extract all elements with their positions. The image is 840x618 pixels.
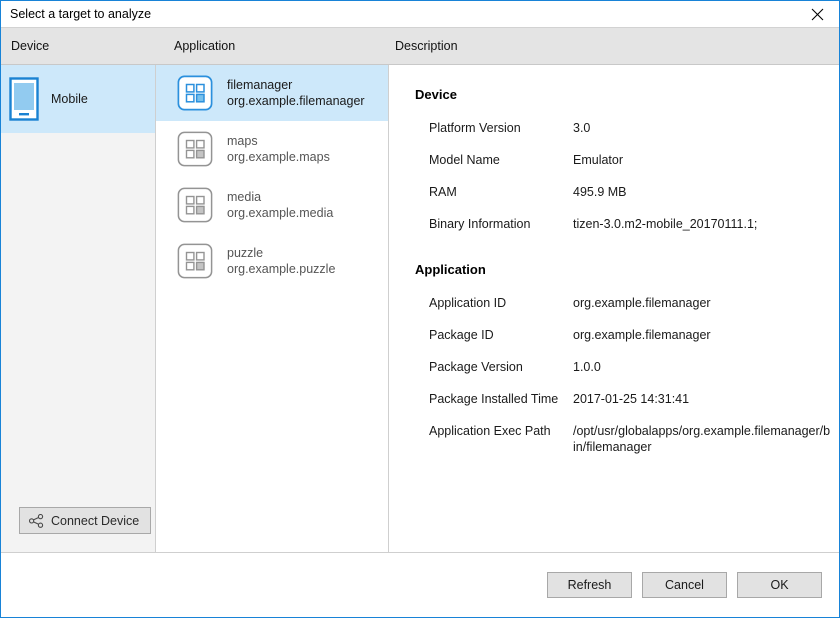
- detail-row: RAM 495.9 MB: [415, 184, 833, 200]
- detail-row: Package Version 1.0.0: [415, 359, 833, 375]
- device-list: Mobile: [1, 65, 155, 133]
- detail-row: Package ID org.example.filemanager: [415, 327, 833, 343]
- application-section-title: Application: [415, 262, 833, 277]
- app-text-group: puzzle org.example.puzzle: [227, 245, 335, 277]
- app-id: org.example.maps: [227, 149, 330, 165]
- app-id: org.example.media: [227, 205, 333, 221]
- dialog-body: Mobile Connect Device: [1, 65, 839, 553]
- detail-value: Emulator: [573, 152, 623, 168]
- app-list-item-filemanager[interactable]: filemanager org.example.filemanager: [156, 65, 388, 121]
- detail-key: Package Version: [415, 359, 573, 375]
- detail-value: 2017-01-25 14:31:41: [573, 391, 689, 407]
- app-text-group: filemanager org.example.filemanager: [227, 77, 365, 109]
- detail-key: Application ID: [415, 295, 573, 311]
- device-list-item-mobile[interactable]: Mobile: [1, 65, 155, 133]
- detail-value: tizen-3.0.m2-mobile_20170111.1;: [573, 216, 757, 232]
- ok-button[interactable]: OK: [737, 572, 822, 598]
- detail-value: org.example.filemanager: [573, 327, 711, 343]
- title-bar: Select a target to analyze: [1, 1, 839, 27]
- detail-key: Platform Version: [415, 120, 573, 136]
- detail-key: Application Exec Path: [415, 423, 573, 439]
- detail-row: Application Exec Path /opt/usr/globalapp…: [415, 423, 833, 455]
- detail-key: Binary Information: [415, 216, 573, 232]
- detail-key: Package ID: [415, 327, 573, 343]
- app-name: media: [227, 189, 333, 205]
- detail-value: /opt/usr/globalapps/org.example.filemana…: [573, 423, 831, 455]
- app-name: maps: [227, 133, 330, 149]
- app-grid-icon: [177, 243, 213, 279]
- column-header-application: Application: [174, 39, 235, 53]
- application-pane: filemanager org.example.filemanager maps: [156, 65, 389, 553]
- device-pane: Mobile Connect Device: [1, 65, 156, 553]
- column-header-description: Description: [395, 39, 458, 53]
- detail-key: Package Installed Time: [415, 391, 573, 407]
- mobile-device-icon: [9, 77, 39, 121]
- connect-device-button[interactable]: Connect Device: [19, 507, 151, 534]
- description-pane: Device Platform Version 3.0 Model Name E…: [389, 65, 839, 553]
- detail-value: org.example.filemanager: [573, 295, 711, 311]
- app-text-group: maps org.example.maps: [227, 133, 330, 165]
- connect-device-label: Connect Device: [51, 514, 139, 528]
- app-list-item-maps[interactable]: maps org.example.maps: [156, 121, 388, 177]
- detail-row: Platform Version 3.0: [415, 120, 833, 136]
- detail-row: Model Name Emulator: [415, 152, 833, 168]
- app-list-item-puzzle[interactable]: puzzle org.example.puzzle: [156, 233, 388, 289]
- window-title: Select a target to analyze: [10, 8, 151, 21]
- detail-key: RAM: [415, 184, 573, 200]
- connect-device-area: Connect Device: [1, 507, 155, 552]
- detail-row: Package Installed Time 2017-01-25 14:31:…: [415, 391, 833, 407]
- detail-value: 3.0: [573, 120, 590, 136]
- app-text-group: media org.example.media: [227, 189, 333, 221]
- app-grid-icon: [177, 75, 213, 111]
- detail-row: Application ID org.example.filemanager: [415, 295, 833, 311]
- app-name: filemanager: [227, 77, 365, 93]
- refresh-button[interactable]: Refresh: [547, 572, 632, 598]
- detail-value: 1.0.0: [573, 359, 601, 375]
- app-grid-icon: [177, 131, 213, 167]
- dialog-footer: Refresh Cancel OK: [1, 553, 839, 617]
- app-name: puzzle: [227, 245, 335, 261]
- cancel-button[interactable]: Cancel: [642, 572, 727, 598]
- detail-row: Binary Information tizen-3.0.m2-mobile_2…: [415, 216, 833, 232]
- close-icon[interactable]: [795, 2, 839, 27]
- device-section-title: Device: [415, 87, 833, 102]
- column-header-row: Device Application Description: [1, 27, 839, 65]
- app-id: org.example.puzzle: [227, 261, 335, 277]
- share-nodes-icon: [29, 514, 44, 528]
- dialog-window: Select a target to analyze Device Applic…: [0, 0, 840, 618]
- device-label: Mobile: [51, 92, 88, 106]
- app-id: org.example.filemanager: [227, 93, 365, 109]
- detail-key: Model Name: [415, 152, 573, 168]
- detail-value: 495.9 MB: [573, 184, 627, 200]
- app-grid-icon: [177, 187, 213, 223]
- column-header-device: Device: [11, 39, 49, 53]
- app-list-item-media[interactable]: media org.example.media: [156, 177, 388, 233]
